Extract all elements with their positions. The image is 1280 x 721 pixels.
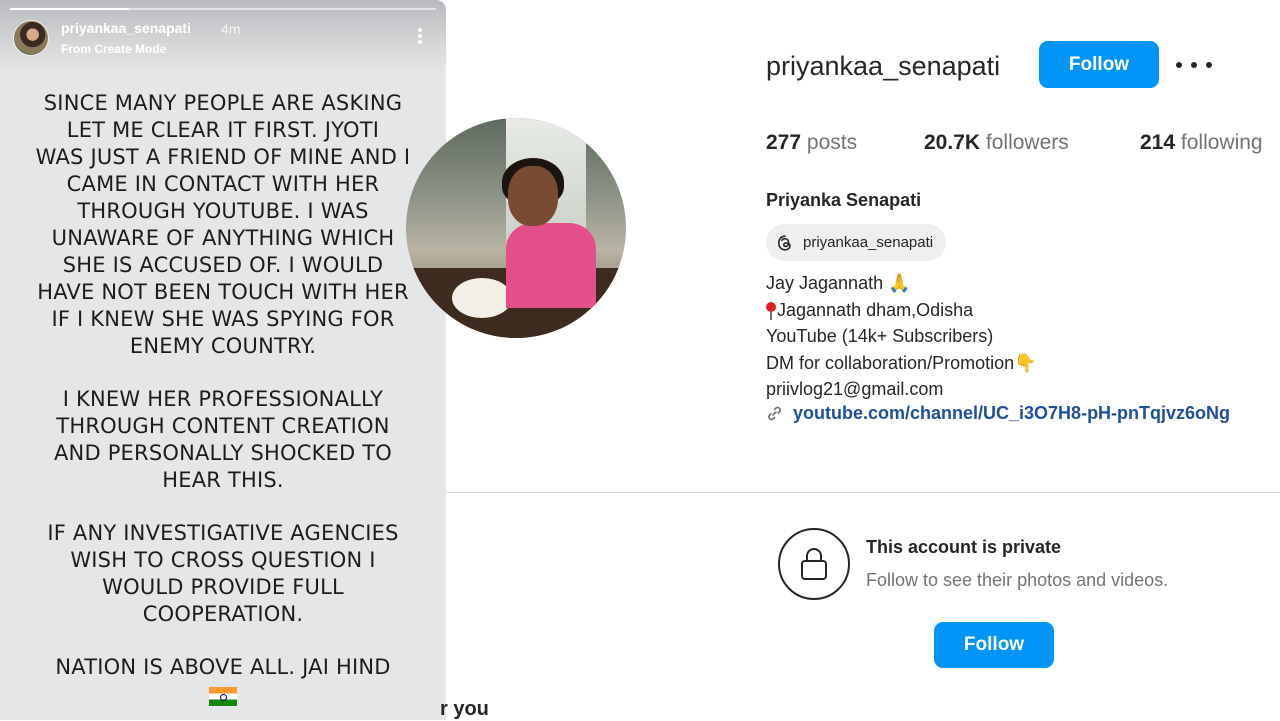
story-line: IF ANY INVESTIGATIVE AGENCIES bbox=[47, 521, 399, 545]
story-line: SINCE MANY PEOPLE ARE ASKING bbox=[43, 91, 403, 115]
stat-following[interactable]: 214 following bbox=[1140, 131, 1263, 155]
story-line: THROUGH YOUTUBE. I WAS bbox=[77, 199, 369, 223]
story-username[interactable]: priyankaa_senapati bbox=[61, 20, 191, 36]
profile-link-text[interactable]: youtube.com/channel/UC_i3O7H8-pH-pnTqjvz… bbox=[793, 403, 1230, 424]
posts-label: posts bbox=[806, 131, 858, 154]
following-count: 214 bbox=[1140, 131, 1176, 154]
story-subtitle: From Create Mode bbox=[61, 42, 167, 56]
story-header bbox=[0, 0, 446, 75]
story-progress-bar bbox=[10, 8, 436, 10]
story-line: LET ME CLEAR IT FIRST. JYOTI bbox=[66, 118, 380, 142]
lock-icon bbox=[778, 528, 850, 600]
story-line: IF I KNEW SHE WAS SPYING FOR bbox=[51, 307, 395, 331]
link-icon bbox=[766, 405, 783, 422]
stat-followers[interactable]: 20.7K followers bbox=[924, 131, 1069, 155]
followers-label: followers bbox=[985, 131, 1069, 154]
stat-posts: 277 posts bbox=[766, 131, 857, 155]
story-paragraph: I KNEW HER PROFESSIONALLY THROUGH CONTEN… bbox=[18, 386, 428, 494]
story-more-icon[interactable] bbox=[411, 26, 429, 48]
story-avatar[interactable] bbox=[13, 20, 49, 56]
story-line: COOPERATION. bbox=[142, 602, 304, 626]
posts-count: 277 bbox=[766, 131, 802, 154]
bio-line: YouTube (14k+ Subscribers) bbox=[766, 326, 994, 346]
private-account-title: This account is private bbox=[866, 537, 1062, 557]
story-line: HAVE NOT BEEN TOUCH WITH HER bbox=[37, 280, 409, 304]
story-line: CAME IN CONTACT WITH HER bbox=[66, 172, 380, 196]
story-line: UNAWARE OF ANYTHING WHICH bbox=[51, 226, 395, 250]
story-line: AND PERSONALLY SHOCKED TO bbox=[53, 441, 393, 465]
private-account-subtitle: Follow to see their photos and videos. bbox=[866, 570, 1169, 590]
section-divider bbox=[446, 492, 1280, 493]
bio-email: priivlog21@gmail.com bbox=[766, 379, 944, 399]
profile-username: priyankaa_senapati bbox=[766, 51, 1001, 81]
suggested-for-you-heading: r you bbox=[440, 698, 489, 720]
story-line: HEAR THIS. bbox=[162, 468, 284, 492]
story-line: NATION IS ABOVE ALL. JAI HIND bbox=[55, 655, 391, 679]
profile-avatar[interactable] bbox=[406, 118, 626, 338]
story-paragraph: NATION IS ABOVE ALL. JAI HIND bbox=[18, 654, 428, 708]
story-line: SHE IS ACCUSED OF. I WOULD bbox=[62, 253, 384, 277]
india-flag-icon bbox=[209, 687, 237, 706]
story-line: WISH TO CROSS QUESTION I bbox=[70, 548, 376, 572]
bio-location: Jagannath dham,Odisha bbox=[777, 299, 974, 320]
story-line: THROUGH CONTENT CREATION bbox=[56, 414, 390, 438]
story-paragraph: IF ANY INVESTIGATIVE AGENCIES WISH TO CR… bbox=[18, 520, 428, 628]
story-line: WOULD PROVIDE FULL bbox=[102, 575, 344, 599]
threads-badge[interactable]: priyankaa_senapati bbox=[766, 224, 947, 261]
followers-count: 20.7K bbox=[924, 131, 981, 154]
story-time: 4m bbox=[221, 21, 241, 37]
bio-line-location: Jagannath dham,Odisha bbox=[766, 297, 1037, 324]
more-options-icon[interactable] bbox=[1176, 54, 1212, 76]
profile-link[interactable]: youtube.com/channel/UC_i3O7H8-pH-pnTqjvz… bbox=[766, 403, 1230, 424]
story-text: SINCE MANY PEOPLE ARE ASKING LET ME CLEA… bbox=[18, 90, 428, 708]
story-line: ENEMY COUNTRY. bbox=[129, 334, 317, 358]
follow-button-bottom[interactable]: Follow bbox=[934, 622, 1054, 668]
bio-line: Jay Jagannath 🙏 bbox=[766, 273, 911, 293]
story-progress-fill bbox=[10, 8, 130, 10]
threads-handle: priyankaa_senapati bbox=[803, 234, 934, 251]
bio-line: DM for collaboration/Promotion👇 bbox=[766, 352, 1037, 373]
story-paragraph: SINCE MANY PEOPLE ARE ASKING LET ME CLEA… bbox=[18, 90, 428, 360]
following-label: following bbox=[1180, 131, 1263, 154]
profile-full-name: Priyanka Senapati bbox=[766, 190, 922, 210]
threads-icon bbox=[776, 234, 794, 252]
story-line: WAS JUST A FRIEND OF MINE AND I bbox=[35, 145, 411, 169]
location-pin-icon bbox=[766, 301, 776, 320]
story-line: I KNEW HER PROFESSIONALLY bbox=[62, 387, 384, 411]
story-panel: priyankaa_senapati 4m From Create Mode S… bbox=[0, 0, 446, 720]
follow-button[interactable]: Follow bbox=[1039, 41, 1159, 88]
profile-bio: Jay Jagannath 🙏 Jagannath dham,Odisha Yo… bbox=[766, 270, 1037, 403]
